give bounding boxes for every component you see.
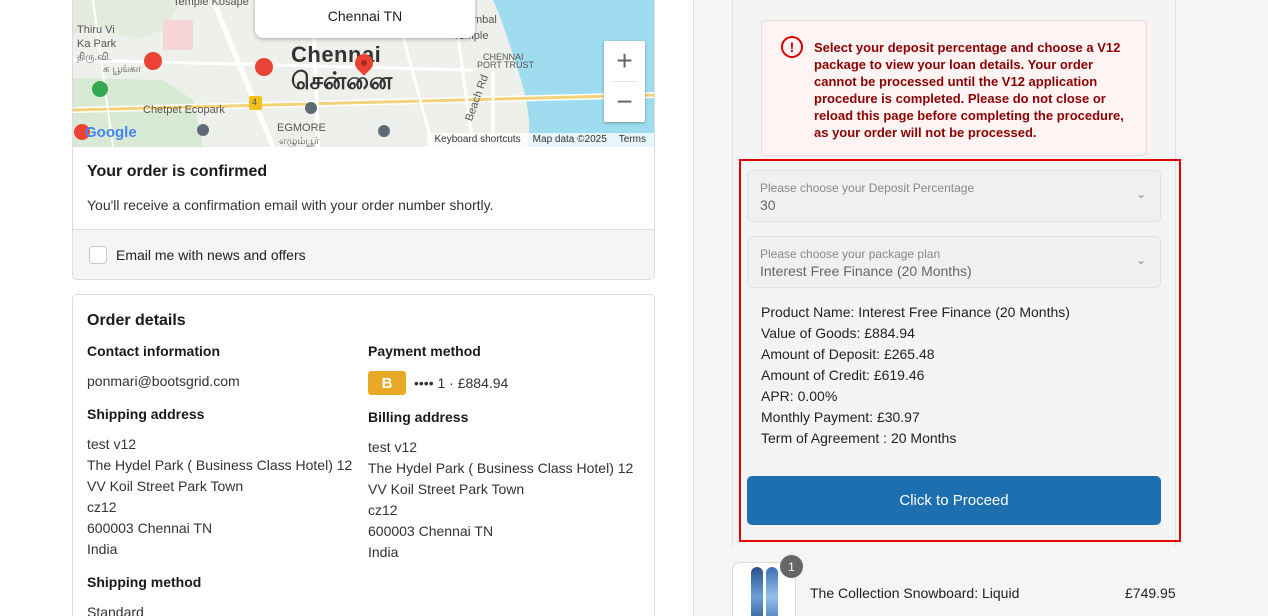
billing-address-line: The Hydel Park ( Business Class Hotel) 1… — [368, 460, 634, 476]
map-label-mbal: mbal — [473, 14, 497, 26]
map-route-shield: 4 — [252, 97, 258, 107]
shipping-address-line: India — [87, 541, 118, 557]
deposit-percentage-label: Please choose your Deposit Percentage — [760, 181, 975, 195]
order-confirmation-card: Your order is confirmed You'll receive a… — [72, 147, 655, 280]
chevron-down-icon: ⌄ — [1135, 187, 1146, 201]
quantity-badge: 1 — [780, 555, 803, 578]
shipping-method-value: Standard — [87, 604, 144, 616]
billing-address-line: 600003 Chennai TN — [368, 523, 494, 539]
snowboard-image — [751, 567, 763, 616]
loan-details: Product Name: Interest Free Finance (20 … — [761, 302, 1070, 449]
map-label-chetpet: Chetpet Ecopark — [143, 104, 225, 116]
deposit-percentage-value: 30 — [760, 197, 776, 213]
order-map[interactable]: Temple Kosape Thiru Vi Ka Park திரு.வி. … — [72, 0, 655, 147]
loan-detail-line: Amount of Deposit: £265.48 — [761, 346, 935, 362]
snowboard-image — [766, 567, 778, 616]
confirmation-subtitle: You'll receive a confirmation email with… — [87, 197, 494, 213]
shipping-method-heading: Shipping method — [87, 574, 202, 590]
billing-address-line: test v12 — [368, 439, 418, 455]
map-zoom-control: + − — [604, 41, 645, 122]
proceed-button[interactable]: Click to Proceed — [747, 476, 1161, 525]
zoom-out-button[interactable]: − — [604, 82, 645, 122]
map-label-egmore: EGMORE — [277, 122, 326, 134]
shipping-address-line: 600003 Chennai TN — [87, 520, 213, 536]
map-label-ka-park: Ka Park — [77, 38, 117, 50]
shipping-address-line: test v12 — [87, 436, 137, 452]
loan-detail-line: Term of Agreement : 20 Months — [761, 430, 957, 446]
map-terms-link[interactable]: Terms — [619, 134, 646, 146]
map-label-egmore-ta: எழும்பூர் — [279, 136, 320, 147]
map-city-name-ta: சென்னை — [291, 68, 393, 95]
loan-detail-line: APR: 0.00% — [761, 388, 838, 404]
package-plan-select[interactable]: Please choose your package plan Interest… — [747, 236, 1161, 288]
google-logo-text: Google — [85, 124, 137, 141]
deposit-percentage-select[interactable]: Please choose your Deposit Percentage 30… — [747, 170, 1161, 222]
map-label-ta-park: திரு.வி. — [77, 52, 112, 63]
alert-circle-icon: ! — [781, 36, 803, 58]
billing-address-line: cz12 — [368, 502, 398, 518]
contact-email: ponmari@bootsgrid.com — [87, 373, 240, 389]
product-name: The Collection Snowboard: Liquid — [810, 585, 1020, 601]
zoom-in-button[interactable]: + — [604, 41, 645, 81]
confirmation-title: Your order is confirmed — [87, 163, 268, 180]
product-price: £749.95 — [1125, 585, 1176, 601]
map-label-port-trust: PORT TRUST — [477, 60, 535, 70]
payment-method-row: B •••• 1 · £884.94 — [368, 371, 638, 395]
payment-brand-icon: B — [368, 371, 406, 395]
map-popup: Chennai TN — [255, 0, 475, 38]
shipping-address-line: cz12 — [87, 499, 117, 515]
map-data-text: Map data ©2025 — [532, 134, 607, 145]
order-details-right-column: Payment method B •••• 1 · £884.94 Billin… — [368, 343, 638, 577]
map-popup-text: Chennai TN — [327, 8, 403, 24]
map-label-thiru-vi: Thiru Vi — [77, 24, 115, 36]
finance-warning-text: Select your deposit percentage and choos… — [814, 40, 1124, 140]
payment-method-heading: Payment method — [368, 343, 481, 359]
billing-address-heading: Billing address — [368, 409, 469, 425]
billing-address-line: VV Koil Street Park Town — [368, 481, 525, 497]
chevron-down-icon: ⌄ — [1135, 253, 1146, 267]
loan-detail-line: Amount of Credit: £619.46 — [761, 367, 925, 383]
shipping-address-line: The Hydel Park ( Business Class Hotel) 1… — [87, 457, 353, 473]
billing-address-line: India — [368, 544, 399, 560]
order-details-left-column: Contact information ponmari@bootsgrid.co… — [87, 343, 357, 616]
loan-detail-line: Value of Goods: £884.94 — [761, 325, 915, 341]
order-details-title: Order details — [87, 312, 186, 329]
loan-detail-line: Monthly Payment: £30.97 — [761, 409, 920, 425]
map-label-ta-park-2: க பூங்கா — [103, 64, 142, 75]
shipping-address-line: VV Koil Street Park Town — [87, 478, 244, 494]
shipping-address-heading: Shipping address — [87, 406, 205, 422]
loan-detail-line: Product Name: Interest Free Finance (20 … — [761, 304, 1070, 320]
order-details-card: Order details Contact information ponmar… — [72, 294, 655, 616]
news-checkbox[interactable] — [89, 246, 107, 264]
news-opt-in: Email me with news and offers — [73, 229, 654, 279]
map-label-temple-kosapet: Temple Kosape — [173, 0, 249, 8]
map-attribution: Keyboard shortcuts Map data ©2025 Terms — [426, 133, 654, 147]
keyboard-shortcuts-link[interactable]: Keyboard shortcuts — [435, 134, 521, 146]
finance-warning-alert: ! Select your deposit percentage and cho… — [761, 20, 1147, 156]
news-checkbox-label[interactable]: Email me with news and offers — [116, 247, 306, 263]
google-logo: Google — [85, 124, 137, 141]
package-plan-label: Please choose your package plan — [760, 247, 941, 261]
payment-method-text: •••• 1 · £884.94 — [414, 374, 509, 391]
package-plan-value: Interest Free Finance (20 Months) — [760, 263, 972, 279]
contact-heading: Contact information — [87, 343, 220, 359]
